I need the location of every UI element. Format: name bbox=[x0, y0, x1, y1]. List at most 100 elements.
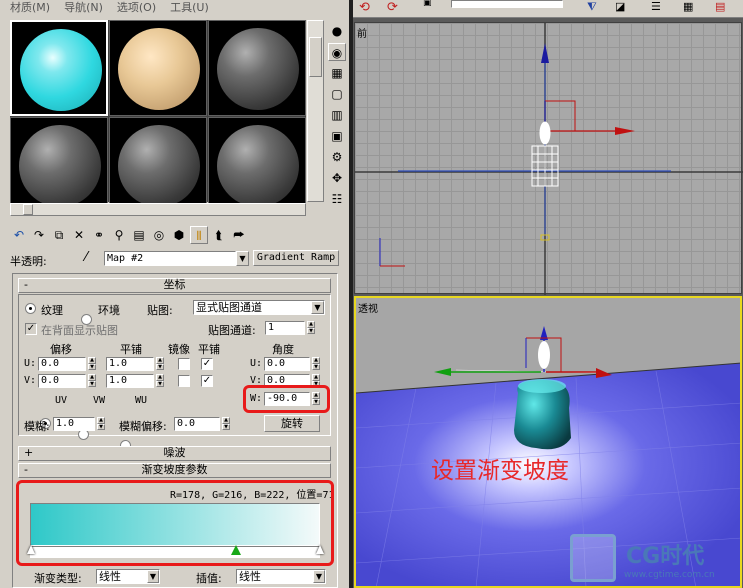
ramp-rollout-header[interactable]: - 渐变坡度参数 bbox=[18, 463, 331, 478]
make-unique-icon[interactable]: ⚲ bbox=[110, 226, 128, 244]
make-preview-icon[interactable]: ▣ bbox=[328, 127, 346, 145]
tiling-header: 平铺 bbox=[120, 343, 142, 356]
u-mirror-checkbox[interactable] bbox=[178, 358, 190, 370]
sample-slot-2[interactable] bbox=[109, 20, 207, 116]
texture-label: 纹理 bbox=[41, 304, 63, 317]
menu-material[interactable]: 材质(M) bbox=[10, 0, 50, 17]
material-navigator-icon[interactable]: ☷ bbox=[328, 190, 346, 208]
sample-slot-3[interactable] bbox=[208, 20, 306, 116]
show-end-result-icon[interactable]: ⫴ bbox=[190, 226, 208, 244]
sample-slot-6[interactable] bbox=[208, 117, 306, 213]
show-map-in-viewport-icon[interactable]: ⬢ bbox=[170, 226, 188, 244]
go-to-parent-icon[interactable]: ⮬ bbox=[210, 226, 228, 244]
put-to-library-icon[interactable]: ▤ bbox=[130, 226, 148, 244]
pick-material-icon[interactable]: ⁄ bbox=[85, 250, 87, 265]
select-by-material-icon[interactable]: ✥ bbox=[328, 169, 346, 187]
candle-flame bbox=[538, 341, 550, 369]
mirror-header: 镜像 bbox=[168, 343, 190, 356]
sample-type-icon[interactable]: ● bbox=[328, 22, 346, 40]
material-effects-channel-icon[interactable]: ◎ bbox=[150, 226, 168, 244]
video-color-check-icon[interactable]: ▥ bbox=[328, 106, 346, 124]
u-angle-spinner[interactable]: ▲ ▼ bbox=[312, 357, 320, 370]
map-name-field[interactable]: Map #2 bbox=[104, 251, 236, 266]
show-map-on-back-label: 在背面显示贴图 bbox=[41, 324, 118, 337]
gray-material-ball bbox=[118, 125, 200, 207]
u-tile-checkbox[interactable]: ✓ bbox=[201, 358, 213, 370]
map-channel-value: 1 bbox=[268, 322, 275, 333]
go-forward-to-sibling-icon[interactable]: ⮫ bbox=[230, 226, 248, 244]
z-gizmo-arrow bbox=[541, 43, 549, 63]
ramp-type-arrow[interactable]: ▼ bbox=[147, 570, 159, 583]
schematic-view-icon[interactable]: ▤ bbox=[715, 0, 725, 13]
v-offset-field[interactable]: 0.0 bbox=[38, 374, 86, 388]
put-to-scene-icon[interactable]: ↷ bbox=[30, 226, 48, 244]
tile-header: 平铺 bbox=[198, 343, 220, 356]
sample-slot-5[interactable] bbox=[109, 117, 207, 213]
annotation-text: 设置渐变坡度 bbox=[431, 458, 569, 484]
map-channel-field[interactable]: 1 bbox=[265, 321, 305, 335]
blur-spinner[interactable]: ▲ ▼ bbox=[97, 417, 105, 430]
mapping-label: 贴图: bbox=[147, 304, 173, 317]
ramp-type-label: 渐变类型: bbox=[34, 572, 82, 585]
layer-manager-icon[interactable]: ☰ bbox=[651, 0, 661, 13]
curve-editor-icon[interactable]: ▦ bbox=[683, 0, 693, 13]
transparency-label: 半透明: bbox=[10, 255, 47, 268]
named-selection-icon[interactable]: ▣ bbox=[423, 0, 432, 8]
map-name-dropdown-arrow[interactable]: ▼ bbox=[236, 251, 249, 266]
v-tile-checkbox[interactable]: ✓ bbox=[201, 375, 213, 387]
uv-tiling-icon[interactable]: ▢ bbox=[328, 85, 346, 103]
map-channel-label: 贴图通道: bbox=[208, 324, 256, 337]
map-channel-spinner[interactable]: ▲ ▼ bbox=[307, 321, 315, 334]
u-angle-field[interactable]: 0.0 bbox=[264, 357, 310, 371]
align-icon[interactable]: ◪ bbox=[615, 0, 625, 13]
u-tiling-field[interactable]: 1.0 bbox=[106, 357, 154, 371]
show-map-on-back-checkbox[interactable]: ✓ bbox=[25, 323, 37, 335]
menu-tools[interactable]: 工具(U) bbox=[170, 0, 209, 17]
v-tiling-spinner[interactable]: ▲ ▼ bbox=[156, 374, 164, 387]
menu-navigation[interactable]: 导航(N) bbox=[64, 0, 103, 17]
interpolation-arrow[interactable]: ▼ bbox=[313, 570, 325, 583]
slots-hscroll-thumb[interactable] bbox=[23, 204, 33, 215]
u-offset-spinner[interactable]: ▲ ▼ bbox=[88, 357, 96, 370]
mapping-dropdown[interactable]: 显式贴图通道 bbox=[193, 300, 325, 315]
slots-hscroll[interactable] bbox=[10, 203, 306, 216]
gray-material-ball bbox=[217, 125, 299, 207]
backlight-icon[interactable]: ◉ bbox=[328, 43, 346, 61]
slots-vscroll-thumb[interactable] bbox=[309, 37, 322, 77]
v-mirror-checkbox[interactable] bbox=[178, 375, 190, 387]
background-checker-icon[interactable]: ▦ bbox=[328, 64, 346, 82]
view-axis-tripod bbox=[379, 238, 405, 267]
vw-label: VW bbox=[93, 395, 106, 406]
rotate-label: 旋转 bbox=[281, 417, 303, 430]
v-tiling-field[interactable]: 1.0 bbox=[106, 374, 154, 388]
sample-slot-1[interactable] bbox=[10, 20, 108, 116]
slots-vscroll[interactable] bbox=[307, 20, 324, 202]
coordinates-rollout-header[interactable]: - 坐标 bbox=[18, 278, 331, 293]
mirror-icon[interactable]: ⧨ bbox=[587, 0, 597, 14]
v-label: V: bbox=[24, 375, 37, 386]
texture-radio[interactable] bbox=[25, 303, 36, 314]
menu-options[interactable]: 选项(O) bbox=[117, 0, 156, 17]
rotate-button[interactable]: 旋转 bbox=[264, 415, 320, 432]
blur-offset-field[interactable]: 0.0 bbox=[174, 417, 220, 431]
options-icon[interactable]: ⚙ bbox=[328, 148, 346, 166]
ramp-title: 渐变坡度参数 bbox=[141, 463, 208, 476]
named-selection-field[interactable] bbox=[451, 0, 563, 8]
map-name-text: Map #2 bbox=[107, 253, 144, 264]
unlink-icon[interactable]: ⟳ bbox=[387, 0, 398, 15]
noise-rollout-header[interactable]: + 噪波 bbox=[18, 446, 331, 461]
select-and-link-icon[interactable]: ⟲ bbox=[359, 0, 370, 15]
u-tiling-spinner[interactable]: ▲ ▼ bbox=[156, 357, 164, 370]
v-offset-spinner[interactable]: ▲ ▼ bbox=[88, 374, 96, 387]
assign-material-icon[interactable]: ⧉ bbox=[50, 226, 68, 244]
reset-map-icon[interactable]: ✕ bbox=[70, 226, 88, 244]
front-viewport[interactable]: 前 bbox=[354, 22, 743, 295]
map-type-button[interactable]: Gradient Ramp bbox=[253, 250, 339, 266]
mapping-dropdown-arrow[interactable]: ▼ bbox=[311, 301, 324, 314]
u-offset-field[interactable]: 0.0 bbox=[38, 357, 86, 371]
blur-offset-spinner[interactable]: ▲ ▼ bbox=[222, 417, 230, 430]
make-copy-icon[interactable]: ⚭ bbox=[90, 226, 108, 244]
blur-field[interactable]: 1.0 bbox=[53, 417, 95, 431]
get-material-icon[interactable]: ↶ bbox=[10, 226, 28, 244]
sample-slot-4[interactable] bbox=[10, 117, 108, 213]
